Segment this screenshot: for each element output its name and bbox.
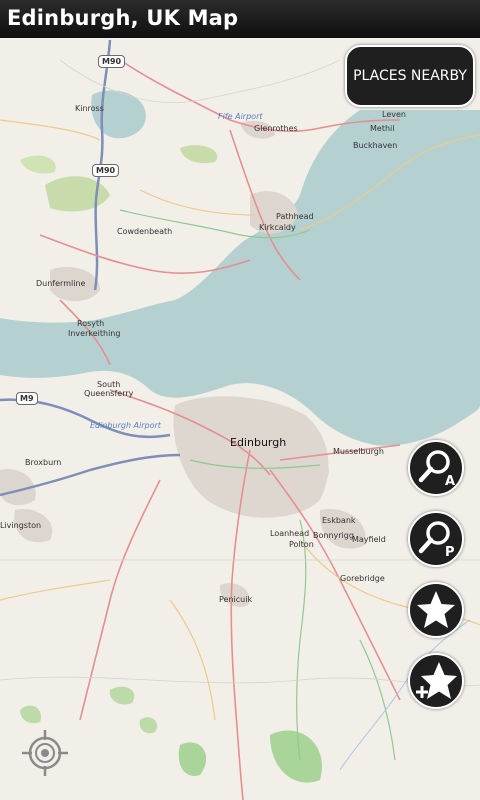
place-label: Kinross xyxy=(75,104,104,113)
place-label: Musselburgh xyxy=(333,447,384,456)
city-label: Edinburgh xyxy=(230,436,287,449)
place-label: Cowdenbeath xyxy=(117,227,173,236)
star-icon xyxy=(417,591,455,628)
star-add-icon xyxy=(416,662,457,699)
place-label: Pathhead xyxy=(276,212,314,221)
place-label: Glenrothes xyxy=(254,124,298,133)
airport-label: Edinburgh Airport xyxy=(90,421,161,430)
place-label: Gorebridge xyxy=(340,574,385,583)
add-favorite-button[interactable] xyxy=(408,653,464,709)
search-icon: P xyxy=(418,521,455,560)
road-shield-m90: M90 xyxy=(98,55,126,68)
places-nearby-button[interactable]: PLACES NEARBY xyxy=(345,45,475,107)
place-label: Loanhead xyxy=(270,529,310,538)
airport-label: Fife Airport xyxy=(218,112,263,121)
app-title: Edinburgh, UK Map xyxy=(7,6,239,30)
place-label: Bonnyrigg xyxy=(313,531,354,540)
search-address-letter: A xyxy=(445,474,455,489)
place-label: Polton xyxy=(289,540,314,549)
place-label: Buckhaven xyxy=(353,141,398,150)
favorites-button[interactable] xyxy=(408,582,464,638)
place-label: South Queensferry xyxy=(84,380,134,398)
place-label: Rosyth xyxy=(77,319,105,328)
place-label: Penicuik xyxy=(219,595,253,604)
place-label: Leven xyxy=(382,110,406,119)
road-shield-m9: M9 xyxy=(16,392,38,405)
search-place-letter: P xyxy=(445,545,455,560)
road-shield-m90: M90 xyxy=(92,164,120,177)
search-place-button[interactable]: P xyxy=(408,511,464,567)
place-label: Inverkeithing xyxy=(68,329,121,338)
place-label: Dunfermline xyxy=(36,279,86,288)
place-label: Kirkcaldy xyxy=(259,223,296,232)
crosshair-icon xyxy=(22,730,68,776)
search-address-button[interactable]: A xyxy=(408,440,464,496)
my-location-button[interactable] xyxy=(20,728,70,778)
search-icon: A xyxy=(418,450,455,489)
place-label: Methil xyxy=(370,124,395,133)
place-label: Broxburn xyxy=(25,458,62,467)
place-label: Mayfield xyxy=(352,535,386,544)
place-label: Livingston xyxy=(0,521,42,530)
place-label: Eskbank xyxy=(322,516,356,525)
title-bar: Edinburgh, UK Map xyxy=(0,0,480,38)
